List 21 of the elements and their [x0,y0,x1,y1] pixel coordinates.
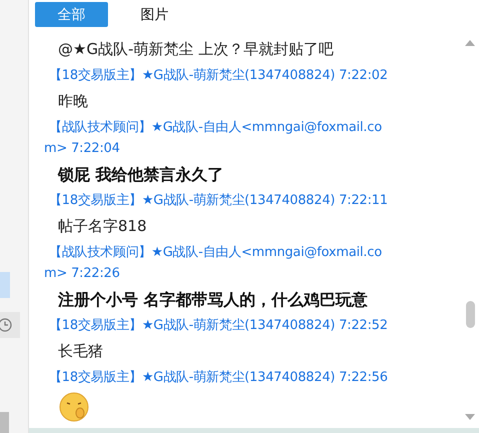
message-text: 注册个小号 名字都带骂人的，什么鸡巴玩意 [57,289,369,311]
scroll-up-icon[interactable] [465,40,475,46]
message-text: 昨晚 [57,91,89,112]
message-sender: 【18交易版主】★G战队-萌新梵尘(1347408824) 7:22:52 [48,317,389,335]
clock-icon [0,318,14,332]
message-sender: 【18交易版主】★G战队-萌新梵尘(1347408824) 7:22:02 [48,67,389,85]
scrollbar-thumb[interactable] [466,301,474,328]
tab[interactable]: 图片 [118,2,191,27]
message-text: 锁屁 我给他禁言永久了 [56,164,225,186]
message-sender: 【18交易版主】★G战队-萌新梵尘(1347408824) 7:22:11 [48,192,389,210]
message-sender: 【战队技术顾问】★G战队-自由人<mmngai@foxmail.co m> 7:22:04 [43,119,383,158]
message-text: @★G战队-萌新梵尘 上次？早就封贴了吧 [57,39,334,60]
scroll-handle [0,412,9,433]
message-sender: 【18交易版主】★G战队-萌新梵尘(1347408824) 7:22:56 [48,369,389,387]
selected-item-strip [0,272,10,298]
message-text: 长毛猪 [57,341,104,362]
emoji-icon [59,392,89,422]
history-button[interactable] [0,312,20,338]
scroll-down-icon[interactable] [465,414,475,420]
message-sender: 【战队技术顾问】★G战队-自由人<mmngai@foxmail.co m> 7:22:26 [43,244,383,283]
message-text: 帖子名字818 [57,216,148,237]
